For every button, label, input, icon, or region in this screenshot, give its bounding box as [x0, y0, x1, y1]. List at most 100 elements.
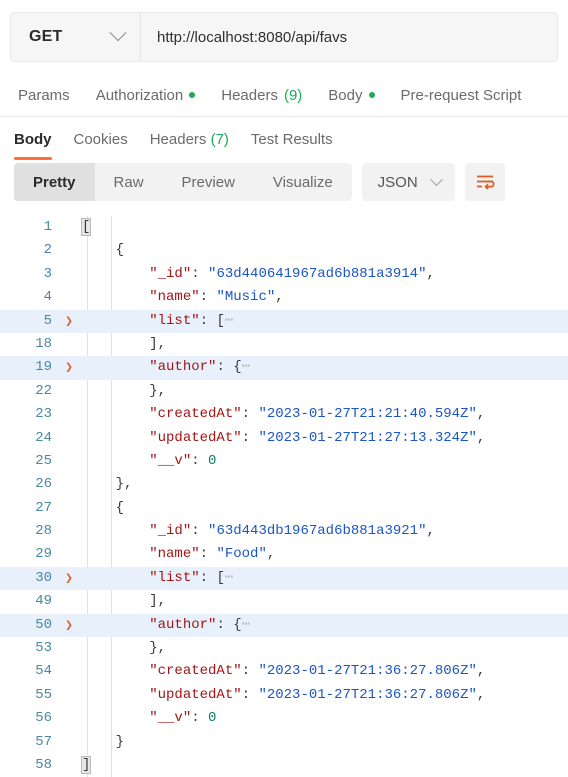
request-tab-pre-request-script[interactable]: Pre-request Script — [401, 87, 522, 104]
code-token-punct: : — [191, 265, 209, 282]
code-line: 27 { — [0, 497, 568, 520]
code-line: 50 ❯ "author": {⋯ — [0, 613, 568, 638]
line-number: 1 — [43, 219, 52, 235]
code-line-content: "updatedAt": "2023-01-27T21:27:13.324Z", — [80, 427, 568, 450]
http-method-label: GET — [29, 28, 63, 45]
code-token-str: "Music" — [216, 289, 276, 306]
code-token-punct: , — [476, 663, 486, 680]
code-line: 26 }, — [0, 473, 568, 496]
code-token-punct: , — [275, 289, 284, 306]
code-line-content: "createdAt": "2023-01-27T21:36:27.806Z", — [80, 660, 568, 683]
code-line: 25 "__v": 0 — [0, 450, 568, 473]
http-method-selector[interactable]: GET — [11, 13, 141, 61]
code-token-punct: , — [476, 429, 486, 446]
code-token-punct: }, — [149, 382, 167, 399]
fold-expand-icon[interactable]: ❯ — [58, 356, 80, 379]
line-number: 18 — [35, 335, 52, 352]
code-token-key: "_id" — [149, 523, 192, 540]
request-tab-authorization[interactable]: Authorization — [96, 87, 196, 104]
code-line: 54 "createdAt": "2023-01-27T21:36:27.806… — [0, 660, 568, 683]
code-token-key: "list" — [149, 569, 200, 586]
response-tab-test-results[interactable]: Test Results — [251, 131, 333, 160]
code-token-str: "Food" — [216, 546, 267, 563]
code-line-content: "updatedAt": "2023-01-27T21:36:27.806Z", — [80, 684, 568, 707]
fold-expand-icon[interactable]: ❯ — [58, 567, 80, 590]
code-token-key: "name" — [149, 289, 200, 306]
response-body-code-viewer[interactable]: 1 [2 {3 "_id": "63d440641967ad6b881a3914"… — [0, 211, 568, 777]
word-wrap-toggle[interactable] — [464, 163, 505, 201]
code-token-punct: ], — [149, 593, 167, 610]
code-token-punct: , — [476, 406, 486, 423]
code-line: 30 ❯ "list": [⋯ — [0, 566, 568, 591]
response-tab-body[interactable]: Body — [14, 131, 52, 160]
code-token-punct: : — [199, 546, 217, 563]
line-number: 5 — [43, 312, 52, 329]
fold-expand-icon[interactable]: ❯ — [58, 614, 80, 637]
code-token-punct: }, — [149, 640, 167, 657]
request-tab-label: Body — [328, 86, 363, 104]
fold-expand-icon[interactable]: ❯ — [58, 310, 80, 333]
code-token-punct: : — [199, 569, 217, 586]
code-line: 49 ], — [0, 590, 568, 613]
code-line: 18 ], — [0, 333, 568, 356]
response-tab-cookies[interactable]: Cookies — [74, 131, 128, 160]
code-token-key: "createdAt" — [149, 663, 242, 680]
format-option-visualize[interactable]: Visualize — [254, 163, 352, 201]
code-token-punct: , — [476, 686, 486, 703]
code-line: 5 ❯ "list": [⋯ — [0, 309, 568, 333]
request-tab-params[interactable]: Params — [18, 87, 70, 104]
code-token-gray: ⋯ — [241, 359, 251, 376]
code-token-punct: [ — [216, 569, 225, 586]
code-token-key: "__v" — [149, 710, 192, 727]
code-token-punct: { — [115, 242, 125, 259]
request-tab-label: Headers — [221, 86, 278, 104]
code-token-punct: : — [191, 523, 209, 540]
code-line-content: "__v": 0 — [80, 450, 568, 473]
code-line-content: "list": [⋯ — [80, 567, 568, 590]
chevron-down-icon — [429, 172, 443, 186]
code-token-key: "createdAt" — [149, 406, 242, 423]
line-number: 26 — [35, 476, 52, 493]
response-tabs: Body Cookies Headers (7) Test Results — [0, 117, 568, 160]
code-line-content: "_id": "63d443db1967ad6b881a3921", — [80, 520, 568, 543]
response-language-selector[interactable]: JSON — [361, 163, 455, 201]
code-token-num: 0 — [208, 710, 217, 727]
code-line: 4 "name": "Music", — [0, 286, 568, 309]
code-token-punct: { — [115, 499, 125, 516]
url-input[interactable]: http://localhost:8080/api/favs — [141, 13, 557, 61]
code-token-gray: ⋯ — [224, 569, 234, 586]
line-number: 28 — [35, 523, 52, 540]
line-number: 55 — [35, 686, 52, 703]
code-token-str: "2023-01-27T21:36:27.806Z" — [258, 686, 477, 703]
line-number: 30 — [35, 569, 52, 586]
code-line: 53 }, — [0, 637, 568, 660]
line-number: 2 — [43, 242, 52, 259]
code-token-punct: { — [233, 616, 242, 633]
line-number: 3 — [43, 265, 52, 282]
code-line-content: "__v": 0 — [80, 707, 568, 730]
format-option-pretty[interactable]: Pretty — [14, 163, 95, 201]
code-line: 3 "_id": "63d440641967ad6b881a3914", — [0, 263, 568, 286]
format-option-preview[interactable]: Preview — [163, 163, 254, 201]
code-token-punct: : — [241, 406, 259, 423]
code-token-key: "_id" — [149, 265, 192, 282]
format-option-raw[interactable]: Raw — [95, 163, 163, 201]
line-number: 19 — [35, 359, 52, 376]
request-tab-headers[interactable]: Headers (9) — [221, 87, 302, 104]
response-tab-headers[interactable]: Headers (7) — [150, 131, 229, 160]
line-number: 24 — [35, 429, 52, 446]
code-token-punct: : — [199, 289, 217, 306]
request-tab-body[interactable]: Body — [328, 86, 375, 104]
code-token-punct: ], — [149, 335, 167, 352]
response-tab-label: Test Results — [250, 131, 333, 148]
response-tab-label: Cookies — [73, 131, 128, 148]
line-number: 49 — [35, 593, 52, 610]
code-token-gray: ⋯ — [241, 616, 251, 633]
code-token-num: 0 — [208, 452, 217, 469]
code-token-punct: }, — [115, 476, 133, 493]
code-line-content: { — [80, 239, 568, 262]
code-token-gray: ⋯ — [224, 312, 234, 329]
code-line-content: "_id": "63d440641967ad6b881a3914", — [80, 263, 568, 286]
code-token-punct: : — [191, 710, 209, 727]
response-format-toolbar: Pretty Raw Preview Visualize JSON — [0, 155, 568, 211]
